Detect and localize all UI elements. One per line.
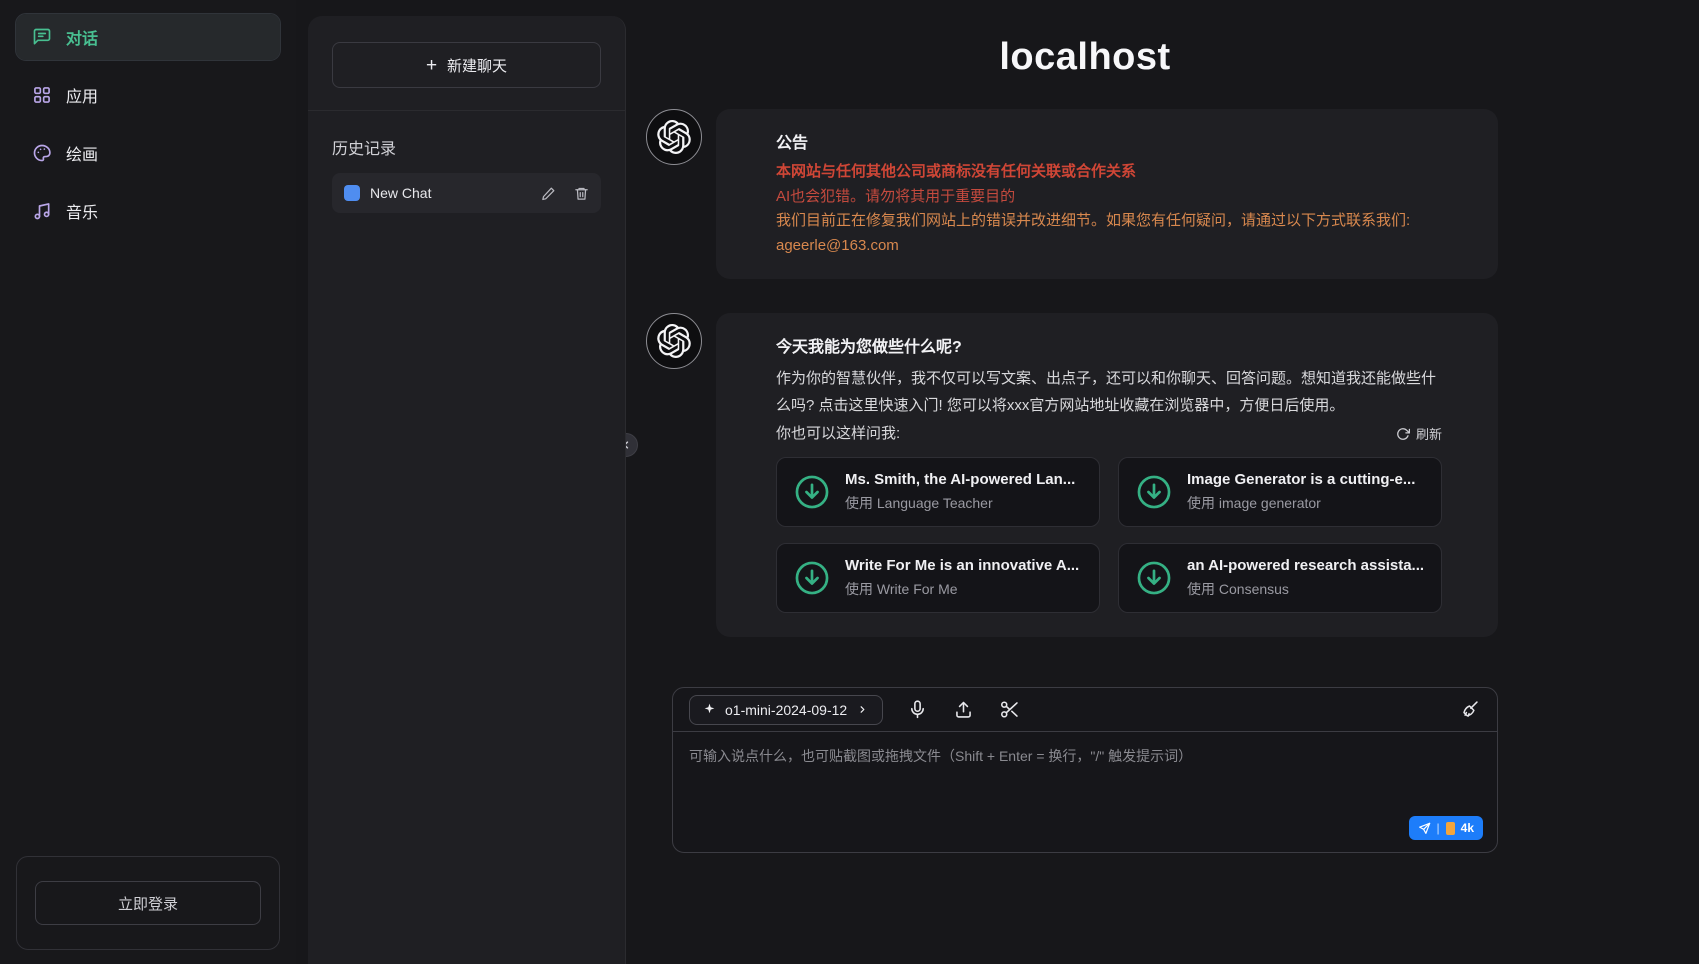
contact-email-link[interactable]: ageerle@163.com bbox=[776, 237, 899, 254]
sidebar: 对话 应用 绘画 音乐 立即登录 bbox=[0, 0, 296, 964]
suggestion-card[interactable]: an AI-powered research assista... 使用 Con… bbox=[1118, 543, 1442, 613]
drawing-icon bbox=[32, 143, 52, 163]
new-chat-section: + 新建聊天 bbox=[308, 16, 625, 111]
model-selector[interactable]: o1-mini-2024-09-12 bbox=[689, 695, 883, 725]
upload-button[interactable] bbox=[951, 698, 975, 722]
openai-logo-icon bbox=[657, 120, 691, 154]
chat-color-icon bbox=[344, 185, 360, 201]
new-chat-button[interactable]: + 新建聊天 bbox=[332, 42, 601, 88]
suggestion-title: Write For Me is an innovative A... bbox=[845, 557, 1079, 574]
chat-main: localhost 公告 本网站与任何其他公司或商标没有任何关联或合作关系 AI… bbox=[626, 0, 1699, 964]
token-icon bbox=[1446, 822, 1455, 835]
scissors-button[interactable] bbox=[997, 698, 1021, 722]
openai-logo-icon bbox=[657, 324, 691, 358]
welcome-body: 作为你的智慧伙伴，我不仅可以写文案、出点子，还可以和你聊天、回答问题。想知道我还… bbox=[776, 365, 1442, 421]
sidebar-item-label: 音乐 bbox=[66, 199, 98, 223]
announcement-line: 我们目前正在修复我们网站上的错误并改进细节。如果您有任何疑问，请通过以下方式联系… bbox=[776, 210, 1442, 233]
suggestion-subtitle: 使用 Consensus bbox=[1187, 579, 1424, 599]
sidebar-item-label: 对话 bbox=[66, 25, 98, 49]
send-icon bbox=[1418, 822, 1431, 835]
chat-content: localhost 公告 本网站与任何其他公司或商标没有任何关联或合作关系 AI… bbox=[672, 30, 1498, 853]
suggestion-title: Image Generator is a cutting-e... bbox=[1187, 471, 1415, 488]
new-chat-label: 新建聊天 bbox=[447, 55, 507, 76]
assistant-avatar bbox=[646, 109, 702, 165]
suggestion-text: Image Generator is a cutting-e... 使用 ima… bbox=[1187, 471, 1415, 513]
suggestion-text: Ms. Smith, the AI-powered Lan... 使用 Lang… bbox=[845, 471, 1075, 513]
suggestion-card[interactable]: Image Generator is a cutting-e... 使用 ima… bbox=[1118, 457, 1442, 527]
edit-icon[interactable] bbox=[541, 186, 556, 201]
announcement-title: 公告 bbox=[776, 129, 1442, 153]
suggestion-text: Write For Me is an innovative A... 使用 Wr… bbox=[845, 557, 1079, 599]
suggestion-text: an AI-powered research assista... 使用 Con… bbox=[1187, 557, 1424, 599]
chevron-left-icon bbox=[626, 438, 633, 452]
plus-icon: + bbox=[426, 56, 437, 75]
sidebar-item-label: 绘画 bbox=[66, 141, 98, 165]
welcome-title: 今天我能为您做些什么呢? bbox=[776, 333, 1442, 357]
message-row: 今天我能为您做些什么呢? 作为你的智慧伙伴，我不仅可以写文案、出点子，还可以和你… bbox=[672, 313, 1498, 638]
arrow-down-circle-icon bbox=[1135, 559, 1173, 597]
suggestion-card[interactable]: Write For Me is an innovative A... 使用 Wr… bbox=[776, 543, 1100, 613]
token-count: 4k bbox=[1461, 821, 1474, 835]
assistant-avatar bbox=[646, 313, 702, 369]
send-button[interactable]: | 4k bbox=[1409, 816, 1483, 840]
suggestion-card[interactable]: Ms. Smith, the AI-powered Lan... 使用 Lang… bbox=[776, 457, 1100, 527]
announcement-line: 本网站与任何其他公司或商标没有任何关联或合作关系 bbox=[776, 161, 1442, 184]
welcome-message: 今天我能为您做些什么呢? 作为你的智慧伙伴，我不仅可以写文案、出点子，还可以和你… bbox=[716, 313, 1498, 638]
login-button[interactable]: 立即登录 bbox=[35, 881, 261, 925]
suggestion-subtitle: 使用 image generator bbox=[1187, 493, 1415, 513]
chat-history-item[interactable]: New Chat bbox=[332, 173, 601, 213]
chat-list-panel: + 新建聊天 历史记录 New Chat bbox=[308, 16, 626, 964]
delete-icon[interactable] bbox=[574, 186, 589, 201]
page-title: localhost bbox=[672, 36, 1498, 79]
badge-divider: | bbox=[1437, 821, 1440, 835]
mic-button[interactable] bbox=[905, 698, 929, 722]
refresh-label: 刷新 bbox=[1416, 424, 1442, 443]
sparkle-icon bbox=[702, 702, 717, 717]
composer: o1-mini-2024-09-12 bbox=[672, 687, 1498, 853]
sidebar-item-apps[interactable]: 应用 bbox=[16, 72, 280, 118]
login-panel: 立即登录 bbox=[16, 856, 280, 950]
chat-item-title: New Chat bbox=[370, 185, 531, 201]
history-title: 历史记录 bbox=[308, 111, 625, 173]
composer-toolbar: o1-mini-2024-09-12 bbox=[673, 688, 1497, 732]
collapse-sidebar-button[interactable] bbox=[626, 433, 638, 457]
announcement-message: 公告 本网站与任何其他公司或商标没有任何关联或合作关系 AI也会犯错。请勿将其用… bbox=[716, 109, 1498, 279]
suggestion-subtitle: 使用 Language Teacher bbox=[845, 493, 1075, 513]
music-icon bbox=[32, 201, 52, 221]
ask-hint: 你也可以这样问我: bbox=[776, 422, 900, 443]
arrow-down-circle-icon bbox=[793, 559, 831, 597]
refresh-icon bbox=[1396, 427, 1410, 441]
refresh-button[interactable]: 刷新 bbox=[1396, 424, 1442, 443]
input-area: | 4k bbox=[673, 732, 1497, 852]
sidebar-item-chat[interactable]: 对话 bbox=[16, 14, 280, 60]
message-input[interactable] bbox=[689, 746, 1481, 816]
apps-icon bbox=[32, 85, 52, 105]
chevron-right-icon bbox=[855, 702, 870, 717]
sidebar-item-drawing[interactable]: 绘画 bbox=[16, 130, 280, 176]
chat-icon bbox=[32, 27, 52, 47]
suggestion-grid: Ms. Smith, the AI-powered Lan... 使用 Lang… bbox=[776, 457, 1442, 613]
message-row: 公告 本网站与任何其他公司或商标没有任何关联或合作关系 AI也会犯错。请勿将其用… bbox=[672, 109, 1498, 279]
model-name: o1-mini-2024-09-12 bbox=[725, 702, 847, 718]
sidebar-item-music[interactable]: 音乐 bbox=[16, 188, 280, 234]
suggestion-title: an AI-powered research assista... bbox=[1187, 557, 1424, 574]
sidebar-item-label: 应用 bbox=[66, 83, 98, 107]
hint-row: 你也可以这样问我: 刷新 bbox=[776, 422, 1442, 443]
suggestion-title: Ms. Smith, the AI-powered Lan... bbox=[845, 471, 1075, 488]
announcement-line: AI也会犯错。请勿将其用于重要目的 bbox=[776, 186, 1442, 209]
suggestion-subtitle: 使用 Write For Me bbox=[845, 579, 1079, 599]
arrow-down-circle-icon bbox=[1135, 473, 1173, 511]
arrow-down-circle-icon bbox=[793, 473, 831, 511]
clear-context-button[interactable] bbox=[1457, 698, 1481, 722]
